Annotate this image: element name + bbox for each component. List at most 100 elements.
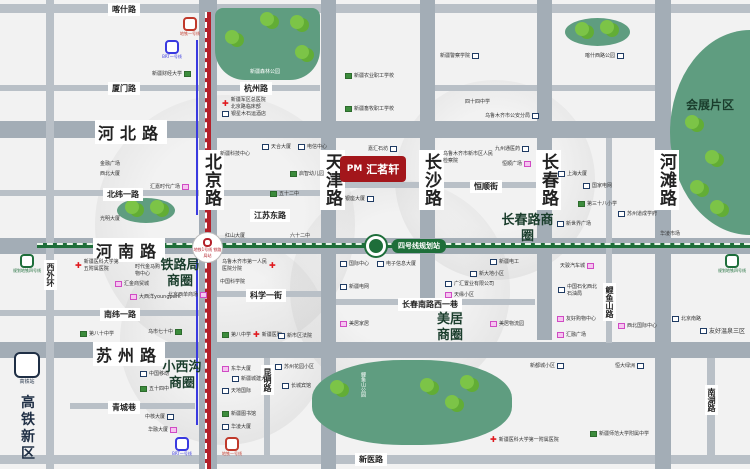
poi[interactable]: ✚ 新疆医科大学第一附属医院 xyxy=(490,435,559,444)
poi[interactable]: 汇融广场 xyxy=(557,331,586,338)
metro-station-west[interactable]: 规划地铁四号线 xyxy=(12,254,42,274)
poi[interactable]: 银座大厦 xyxy=(345,195,375,202)
school-icon xyxy=(345,72,352,79)
poi[interactable]: 长城宾馆 xyxy=(282,382,311,389)
poi[interactable]: 乌鲁木齐市第一人民医院分院 ✚ xyxy=(222,258,276,272)
poi[interactable]: 广汇置业有限公司 xyxy=(445,280,494,287)
poi[interactable]: 金融广场 xyxy=(100,160,120,167)
poi[interactable]: 友好购物中心 xyxy=(557,315,596,322)
beijing-road-station[interactable]: 地铁1号线 铁路局站 xyxy=(192,232,223,263)
metro-station-north[interactable]: 地铁一号线 xyxy=(175,17,205,37)
poi[interactable]: 四十四中学 xyxy=(465,98,490,105)
poi-label: 电信中心 xyxy=(307,144,328,150)
poi[interactable]: ✚ 新疆军区总医院 北京路临床部 xyxy=(222,96,271,110)
poi[interactable]: 九州通医药 xyxy=(495,145,530,152)
poi[interactable]: 嘉汇石坊 xyxy=(368,145,398,152)
poi[interactable]: 新市区法院 xyxy=(278,332,312,339)
poi[interactable]: 新疆师范大学附属中学 xyxy=(590,430,649,437)
poi[interactable]: 恒大绿洲 xyxy=(615,362,645,369)
poi[interactable]: 乌鲁木齐市公安分局 xyxy=(485,112,540,119)
poi[interactable]: 东华大厦 xyxy=(222,365,251,372)
poi-label: 美居家居 xyxy=(349,321,370,327)
road-label-hengshun: 恒顺街 xyxy=(470,180,502,193)
poi[interactable]: 新疆畜牧职工学校 xyxy=(345,105,394,112)
poi[interactable]: 新疆农业职工学校 xyxy=(345,72,394,79)
brt-station-south[interactable]: BRT一号线 xyxy=(167,437,197,457)
poi[interactable]: 五十四中 xyxy=(140,385,169,392)
poi[interactable]: 第八中学 ✚ 新疆医院 xyxy=(222,330,282,339)
poi[interactable]: 中国移动 xyxy=(140,370,169,377)
poi[interactable]: 北京南路 xyxy=(672,315,701,322)
poi[interactable]: 国家电网 xyxy=(583,182,612,189)
poi[interactable]: 上海大厦 xyxy=(558,170,587,177)
poi[interactable]: 汇嘉时代广场 xyxy=(150,183,190,190)
poi[interactable]: 苏州花园小区 xyxy=(275,363,314,370)
poi-label: 北京南路 xyxy=(681,316,702,322)
poi[interactable]: 新疆警察学院 xyxy=(440,52,480,59)
poi[interactable]: 美居家居 xyxy=(340,320,369,327)
poi[interactable]: 西北国际中心 xyxy=(618,322,657,329)
poi[interactable]: 华凌市场 xyxy=(660,230,680,237)
poi[interactable]: 新疆电工 xyxy=(490,258,519,265)
poi[interactable]: 光明大厦 xyxy=(100,215,120,222)
poi[interactable]: 友好温泉三区 xyxy=(700,326,745,335)
poi[interactable]: 第八十中学 xyxy=(80,330,114,337)
poi[interactable]: 新疆财经大学 xyxy=(152,70,192,77)
line4-station-icon[interactable] xyxy=(366,236,386,256)
poi[interactable]: 苏州道成学府 xyxy=(618,210,657,217)
metro-station-south[interactable]: 地铁一号线 xyxy=(217,437,247,457)
shop-icon xyxy=(557,315,564,322)
poi[interactable]: 华融大厦 xyxy=(148,426,178,433)
gaotie-station[interactable]: 高铁站 xyxy=(12,352,42,385)
poi[interactable]: 时代金马购物中心 xyxy=(135,263,161,277)
poi[interactable]: 五十二中 xyxy=(270,190,299,197)
poi[interactable]: 汇金商贸城 xyxy=(115,280,149,287)
poi[interactable]: 乌市七十中 xyxy=(148,328,183,335)
poi[interactable]: 新大地小区 xyxy=(470,270,504,277)
brt-station-north[interactable]: BRT一号线 xyxy=(157,40,187,60)
poi[interactable]: ✚ 新疆医科大学第五附属医院 xyxy=(75,258,120,272)
poi[interactable]: 启智幼儿园 xyxy=(290,170,324,177)
poi[interactable]: 国际中心 xyxy=(340,260,369,267)
station-label: 地铁一号线 xyxy=(222,451,242,456)
poi[interactable]: 天地国际 xyxy=(222,387,251,394)
poi[interactable]: 电信中心 xyxy=(298,143,327,150)
poi[interactable]: 新世界广场 xyxy=(557,220,591,227)
poi[interactable]: 六十二中 xyxy=(290,232,310,239)
poi[interactable]: 中国石化西北石油局 xyxy=(558,283,599,297)
poi[interactable]: 华凌大厦 xyxy=(222,423,251,430)
poi[interactable]: 乌鲁木齐市新市区人民检察院 xyxy=(443,150,493,164)
metro-station-east[interactable]: 规划地铁四号线 xyxy=(717,254,747,274)
poi[interactable]: 天骏汽车城 xyxy=(560,262,595,269)
poi-label: 中核大厦 xyxy=(145,414,166,420)
road-label-hebei: 河北路 xyxy=(95,120,168,144)
project-marker[interactable]: PM 汇茗轩 xyxy=(340,156,406,182)
project-logo: PM xyxy=(346,164,363,174)
poi-label: 汇金商贸城 xyxy=(124,281,150,287)
poi-label: 西北国际中心 xyxy=(627,323,658,329)
poi[interactable]: 天合大厦 xyxy=(262,143,291,150)
poi-label: 第八中学 xyxy=(231,332,252,338)
poi[interactable]: 恒顺广场 xyxy=(502,160,532,167)
tree-icon xyxy=(705,150,719,164)
poi[interactable]: 银星木石运酒店 xyxy=(222,110,266,117)
poi[interactable]: 北京西单商场 xyxy=(168,291,208,298)
poi[interactable]: 新疆城建大厦 xyxy=(232,375,271,382)
building-icon xyxy=(367,195,375,202)
poi[interactable]: 西北大厦 xyxy=(100,170,120,177)
poi[interactable]: 第三十八小学 xyxy=(578,200,617,207)
zone-huizhan: 会展片区 xyxy=(685,98,734,112)
poi[interactable]: 新都城小区 xyxy=(530,362,565,369)
poi[interactable]: 新疆电网 xyxy=(340,283,369,290)
poi[interactable]: 喀什西路公园 xyxy=(585,52,625,59)
poi[interactable]: 电子信息大厦 xyxy=(377,260,416,267)
poi[interactable]: 美居物流园 xyxy=(490,320,524,327)
poi-label: 苏州花园小区 xyxy=(284,364,315,370)
poi-label: 时代金马购物中心 xyxy=(135,264,161,277)
poi[interactable]: 中国科学院 xyxy=(220,278,245,285)
poi[interactable]: 新疆图书馆 xyxy=(222,410,256,417)
poi[interactable]: 新疆科技中心 xyxy=(220,150,250,157)
poi[interactable]: 红山大厦 xyxy=(225,232,245,239)
poi[interactable]: 中核大厦 xyxy=(145,413,175,420)
poi[interactable]: 天缘小区 xyxy=(445,291,474,298)
